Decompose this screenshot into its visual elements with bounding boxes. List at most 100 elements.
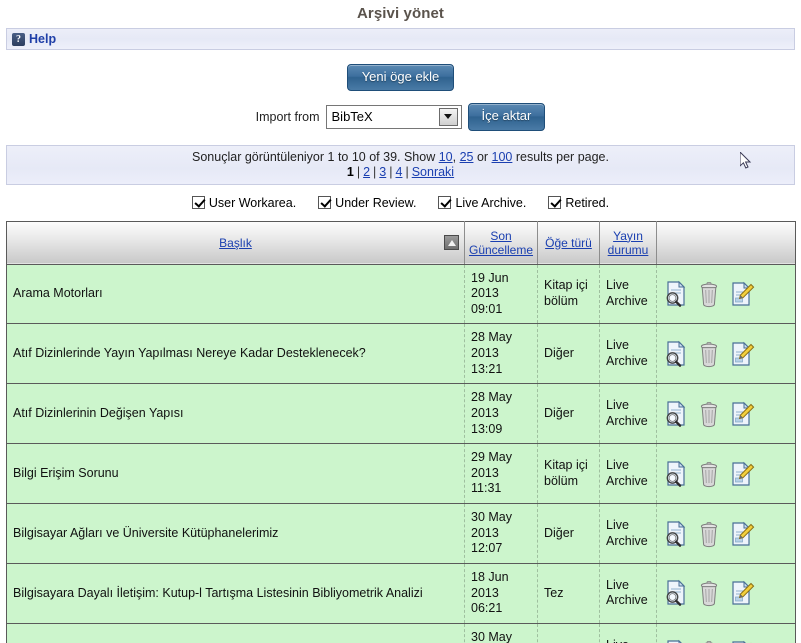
preview-icon[interactable] [663, 280, 689, 308]
column-header-last-updated[interactable]: Son Güncelleme [464, 221, 538, 265]
cell-date: 28 May 2013 [471, 330, 512, 361]
import-button[interactable]: İçe aktar [467, 103, 546, 131]
page-size-100-link[interactable]: 100 [492, 150, 513, 164]
preview-icon[interactable] [663, 340, 689, 368]
table-row: Atıf Dizinlerinde Yayın Yapılması Nereye… [6, 323, 796, 385]
checkbox-live-archive[interactable] [438, 196, 452, 210]
preview-icon[interactable] [663, 460, 689, 488]
cell-actions [656, 623, 796, 643]
column-header-last-updated-line2: Güncelleme [468, 242, 534, 257]
row-action-group [663, 280, 789, 308]
sort-by-last-updated-link[interactable]: Son Güncelleme [469, 229, 533, 257]
table-row: Bilimsel Yayın Sayısı Daha Yüksek (editö… [6, 623, 796, 643]
cell-last-updated: 18 Jun 2013 06:21 [464, 563, 538, 624]
cell-actions [656, 443, 796, 505]
add-new-item-button[interactable]: Yeni öge ekle [346, 64, 455, 92]
cell-last-updated: 28 May 2013 13:21 [464, 323, 538, 385]
cell-actions [656, 323, 796, 385]
preview-icon[interactable] [663, 400, 689, 428]
cell-date: 29 May 2013 [471, 450, 512, 480]
delete-icon[interactable] [696, 460, 722, 488]
results-summary-prefix: Sonuçlar görüntüleniyor 1 to 10 of 39. S… [192, 149, 439, 164]
archive-table-body: Arama Motorları 19 Jun 2013 09:01 Kitap içi… [6, 264, 796, 643]
delete-icon[interactable] [696, 520, 722, 548]
page-link-1[interactable]: 1 [347, 165, 354, 179]
cell-title: Bilgi Erişim Sorunu [6, 443, 465, 505]
column-header-status-line2: durumu [607, 242, 649, 257]
checkbox-user-workarea[interactable] [191, 196, 205, 210]
cell-date: 18 Jun 2013 [471, 569, 509, 600]
checkbox-retired[interactable] [548, 196, 562, 210]
page-sep-4: | [405, 164, 409, 179]
column-header-status-line1: Yayın [613, 228, 643, 243]
edit-icon[interactable] [729, 400, 755, 428]
help-bar[interactable]: ? Help [6, 28, 795, 50]
table-row: Bilgisayara Dayalı İletişim: Kutup-l Tar… [6, 563, 796, 624]
edit-icon[interactable] [729, 520, 755, 548]
row-action-group [663, 639, 789, 643]
preview-icon[interactable] [663, 520, 689, 548]
sort-by-publication-status-link[interactable]: Yayın durumu [608, 229, 649, 257]
cell-actions [656, 563, 796, 624]
cell-item-type: Diğer [537, 503, 600, 564]
delete-icon[interactable] [696, 400, 722, 428]
page-sep-3: | [389, 164, 393, 179]
table-row: Arama Motorları 19 Jun 2013 09:01 Kitap içi… [6, 264, 796, 325]
edit-icon[interactable] [729, 460, 755, 488]
page-title: Arşivi yönet [356, 5, 445, 22]
filter-user-workarea[interactable]: User Workarea. [191, 196, 296, 210]
cell-publication-status: Live Archive [599, 264, 657, 325]
column-header-actions [656, 221, 796, 265]
archive-table: Başlık Son Güncelleme Öğe türü Yayın dur… [6, 220, 796, 643]
edit-icon[interactable] [729, 579, 755, 607]
cell-time: 11:31 [471, 481, 502, 496]
page-size-10-link[interactable]: 10 [439, 150, 453, 164]
cell-title: Atıf Dizinlerinin Değişen Yapısı [6, 383, 465, 445]
sort-by-item-type-link[interactable]: Öğe türü [545, 236, 592, 250]
cell-time: 12:07 [471, 541, 503, 556]
cell-item-type: Diğer [537, 323, 600, 385]
column-header-item-type[interactable]: Öğe türü [537, 221, 600, 265]
cell-time: 06:21 [471, 601, 503, 616]
page-sep-1: | [356, 164, 361, 179]
cell-publication-status: Live Archive [599, 623, 657, 643]
preview-icon[interactable] [663, 579, 689, 607]
edit-icon[interactable] [729, 340, 755, 368]
edit-icon[interactable] [729, 639, 755, 643]
preview-icon[interactable] [663, 639, 689, 643]
import-format-select[interactable]: BibTeX [325, 104, 462, 129]
delete-icon[interactable] [696, 639, 722, 643]
page-link-2[interactable]: 2 [363, 165, 370, 179]
cell-date: 30 May 2013 [471, 510, 512, 540]
checkbox-under-review[interactable] [318, 196, 332, 210]
mouse-pointer-icon [740, 151, 752, 169]
cell-actions [656, 383, 796, 445]
column-header-publication-status[interactable]: Yayın durumu [599, 221, 657, 265]
cell-title: Bilgisayar Ağları ve Üniversite Kütüphan… [6, 503, 465, 564]
filter-live-archive[interactable]: Live Archive. [438, 196, 526, 210]
archive-table-wrap: Başlık Son Güncelleme Öğe türü Yayın dur… [6, 220, 796, 643]
delete-icon[interactable] [696, 280, 722, 308]
help-link[interactable]: Help [29, 32, 56, 46]
cell-publication-status: Live Archive [599, 563, 657, 624]
chevron-down-icon[interactable] [438, 107, 458, 126]
row-action-group [663, 460, 789, 488]
page-size-25-link[interactable]: 25 [460, 150, 474, 164]
edit-icon[interactable] [729, 280, 755, 308]
row-action-group [663, 520, 789, 548]
sort-by-title-link[interactable]: Başlık [219, 236, 252, 250]
import-row: Import from BibTeX İçe aktar [0, 91, 801, 131]
delete-icon[interactable] [696, 579, 722, 607]
sort-ascending-icon[interactable] [444, 235, 459, 251]
next-page-link[interactable]: Sonraki [412, 165, 454, 179]
filter-under-review[interactable]: Under Review. [318, 196, 416, 210]
filter-retired[interactable]: Retired. [548, 196, 609, 210]
results-summary: Sonuçlar görüntüleniyor 1 to 10 of 39. S… [7, 150, 794, 164]
cell-title: Arama Motorları [6, 264, 465, 325]
cell-date: 28 May 2013 [471, 390, 512, 420]
delete-icon[interactable] [696, 340, 722, 368]
status-filter-row: User Workarea. Under Review. Live Archiv… [0, 185, 801, 221]
cell-item-type: Kitap içi bölüm [537, 264, 600, 325]
column-header-title[interactable]: Başlık [6, 221, 465, 265]
results-summary-suffix: results per page. [512, 149, 609, 164]
